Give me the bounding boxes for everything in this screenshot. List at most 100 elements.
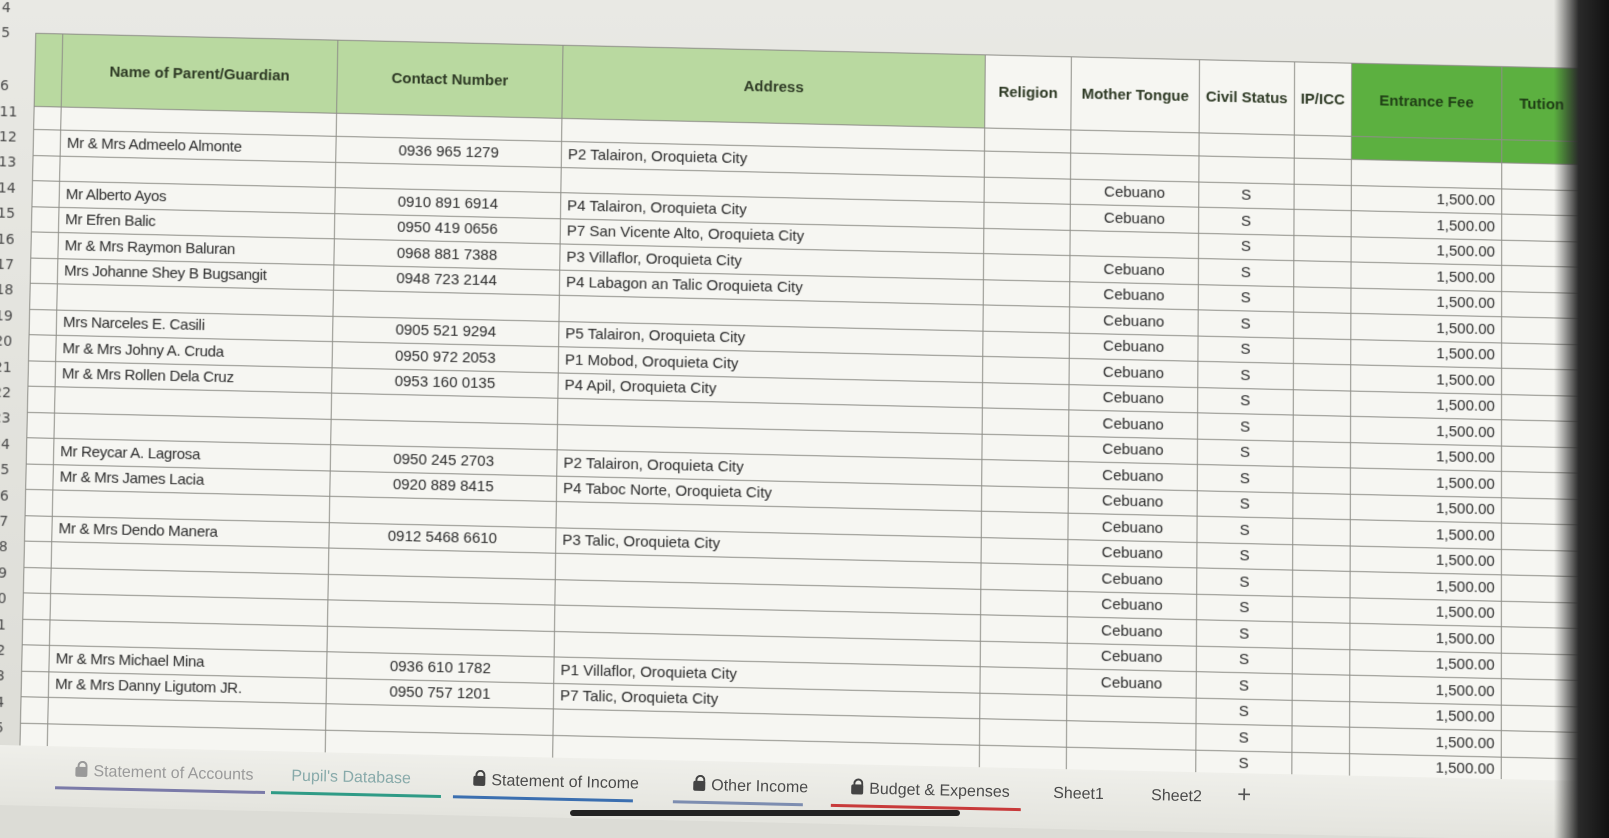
religion-cell[interactable] xyxy=(982,356,1070,385)
civil-status-cell[interactable]: S xyxy=(1196,516,1293,545)
row-indicator-cell[interactable] xyxy=(31,206,60,233)
ip-icc-cell[interactable] xyxy=(1292,492,1351,520)
ip-icc-cell[interactable] xyxy=(1293,234,1352,262)
civil-status-cell[interactable]: S xyxy=(1197,464,1293,493)
civil-status-cell[interactable]: S xyxy=(1196,567,1293,596)
civil-status-cell[interactable]: S xyxy=(1195,723,1292,752)
civil-status-cell[interactable]: S xyxy=(1196,541,1293,571)
row-number[interactable]: 16 xyxy=(0,231,27,248)
religion-cell[interactable] xyxy=(981,537,1068,565)
civil-status-cell[interactable]: S xyxy=(1196,593,1293,622)
mother-tongue-cell[interactable]: Cebuano xyxy=(1066,668,1197,698)
row-number[interactable]: 26 xyxy=(0,488,21,505)
entrance-fee-cell[interactable]: 1,500.00 xyxy=(1350,442,1502,472)
mother-tongue-cell[interactable]: Cebuano xyxy=(1070,204,1199,233)
entrance-fee-cell[interactable]: 1,500.00 xyxy=(1349,623,1502,653)
religion-cell[interactable] xyxy=(982,304,1070,333)
add-sheet-button[interactable]: + xyxy=(1237,781,1252,809)
religion-cell[interactable] xyxy=(981,511,1069,540)
row-number[interactable]: 5 xyxy=(1,25,31,42)
mother-tongue-cell[interactable]: Cebuano xyxy=(1068,409,1198,439)
mother-tongue-cell[interactable]: Cebuano xyxy=(1069,306,1199,336)
entrance-fee-cell[interactable]: 1,500.00 xyxy=(1349,597,1502,627)
row-number[interactable]: 35 xyxy=(0,720,16,737)
religion-cell[interactable] xyxy=(983,227,1071,256)
mother-tongue-cell[interactable]: Cebuano xyxy=(1067,590,1197,620)
ip-icc-cell[interactable] xyxy=(1293,183,1352,211)
ip-icc-cell[interactable] xyxy=(1292,518,1351,546)
mother-tongue-cell[interactable] xyxy=(1066,720,1197,750)
row-indicator-cell[interactable] xyxy=(26,411,55,439)
civil-status-cell[interactable]: S xyxy=(1196,619,1293,648)
row-number[interactable]: 33 xyxy=(0,668,17,685)
row-number[interactable]: 20 xyxy=(0,334,25,351)
mother-tongue-cell[interactable]: Cebuano xyxy=(1069,281,1199,310)
table-cell[interactable] xyxy=(33,106,62,131)
religion-cell[interactable] xyxy=(980,562,1068,591)
row-number[interactable]: 4 xyxy=(2,0,32,17)
row-number[interactable]: 18 xyxy=(0,282,26,299)
mother-tongue-cell[interactable]: Cebuano xyxy=(1069,332,1199,362)
ip-icc-cell[interactable] xyxy=(1293,286,1351,314)
row-number[interactable]: 13 xyxy=(0,155,29,172)
entrance-fee-cell[interactable]: 1,500.00 xyxy=(1350,261,1502,292)
entrance-fee-cell[interactable]: 1,500.00 xyxy=(1349,675,1502,705)
religion-cell[interactable] xyxy=(980,640,1068,669)
religion-cell[interactable] xyxy=(979,718,1067,747)
row-number[interactable]: 27 xyxy=(0,513,21,530)
mother-tongue-cell[interactable]: Cebuano xyxy=(1067,616,1197,646)
row-indicator-cell[interactable] xyxy=(32,155,61,182)
ip-icc-cell[interactable] xyxy=(1291,673,1350,702)
entrance-fee-cell[interactable]: 1,500.00 xyxy=(1349,727,1502,757)
row-number[interactable]: 24 xyxy=(0,436,22,453)
row-indicator-cell[interactable] xyxy=(25,489,53,516)
row-number[interactable]: 22 xyxy=(0,385,23,402)
entrance-fee-cell[interactable]: 1,500.00 xyxy=(1350,364,1502,394)
religion-cell[interactable] xyxy=(982,407,1069,436)
religion-cell[interactable] xyxy=(980,588,1068,617)
entrance-fee-cell[interactable]: 1,500.00 xyxy=(1349,701,1502,731)
row-indicator-cell[interactable] xyxy=(21,670,49,698)
entrance-fee-cell[interactable]: 1,500.00 xyxy=(1350,467,1502,498)
religion-cell[interactable] xyxy=(983,253,1070,282)
civil-status-cell[interactable] xyxy=(1198,155,1294,184)
entrance-fee-cell[interactable]: 1,500.00 xyxy=(1350,339,1502,369)
row-number[interactable]: 25 xyxy=(0,462,22,479)
row-number[interactable]: 17 xyxy=(0,257,26,274)
row-indicator-cell[interactable] xyxy=(33,129,61,156)
row-indicator-cell[interactable] xyxy=(24,515,53,542)
sheet-tab-sheet1[interactable]: Sheet1 xyxy=(1039,777,1118,813)
religion-cell[interactable] xyxy=(984,151,1071,179)
ip-icc-cell[interactable] xyxy=(1293,209,1352,237)
mother-tongue-cell[interactable]: Cebuano xyxy=(1068,384,1198,413)
civil-status-cell[interactable]: S xyxy=(1197,490,1293,519)
row-number[interactable]: 15 xyxy=(0,206,27,223)
religion-cell[interactable] xyxy=(982,382,1070,410)
ip-icc-cell[interactable] xyxy=(1292,621,1350,650)
civil-status-cell[interactable]: S xyxy=(1198,258,1294,287)
row-number[interactable]: 23 xyxy=(0,411,23,428)
civil-status-cell[interactable]: S xyxy=(1197,412,1293,441)
ip-icc-cell[interactable] xyxy=(1292,389,1351,417)
sheet-tab-sheet2[interactable]: Sheet2 xyxy=(1137,779,1216,815)
entrance-fee-cell[interactable]: 1,500.00 xyxy=(1350,313,1502,343)
row-number[interactable]: 30 xyxy=(0,591,19,608)
header-contact[interactable]: Contact Number xyxy=(336,40,563,119)
row-number[interactable]: 29 xyxy=(0,565,19,582)
table-cell[interactable] xyxy=(984,127,1071,154)
ip-icc-cell[interactable] xyxy=(1292,544,1351,572)
entrance-fee-cell[interactable]: 1,500.00 xyxy=(1349,571,1502,601)
religion-cell[interactable] xyxy=(982,330,1070,359)
row-number[interactable]: 6 xyxy=(0,78,30,95)
row-indicator-cell[interactable] xyxy=(27,386,56,413)
row-number[interactable]: 28 xyxy=(0,539,20,556)
civil-status-cell[interactable]: S xyxy=(1196,645,1293,674)
religion-cell[interactable] xyxy=(983,279,1070,307)
ip-icc-cell[interactable] xyxy=(1293,260,1351,288)
table-cell[interactable] xyxy=(1198,132,1294,159)
religion-cell[interactable] xyxy=(983,202,1071,230)
entrance-fee-cell[interactable]: 1,500.00 xyxy=(1350,390,1502,420)
ip-icc-cell[interactable] xyxy=(1292,466,1351,494)
header-civil-status[interactable]: Civil Status xyxy=(1199,59,1295,136)
row-indicator-cell[interactable] xyxy=(30,231,59,259)
